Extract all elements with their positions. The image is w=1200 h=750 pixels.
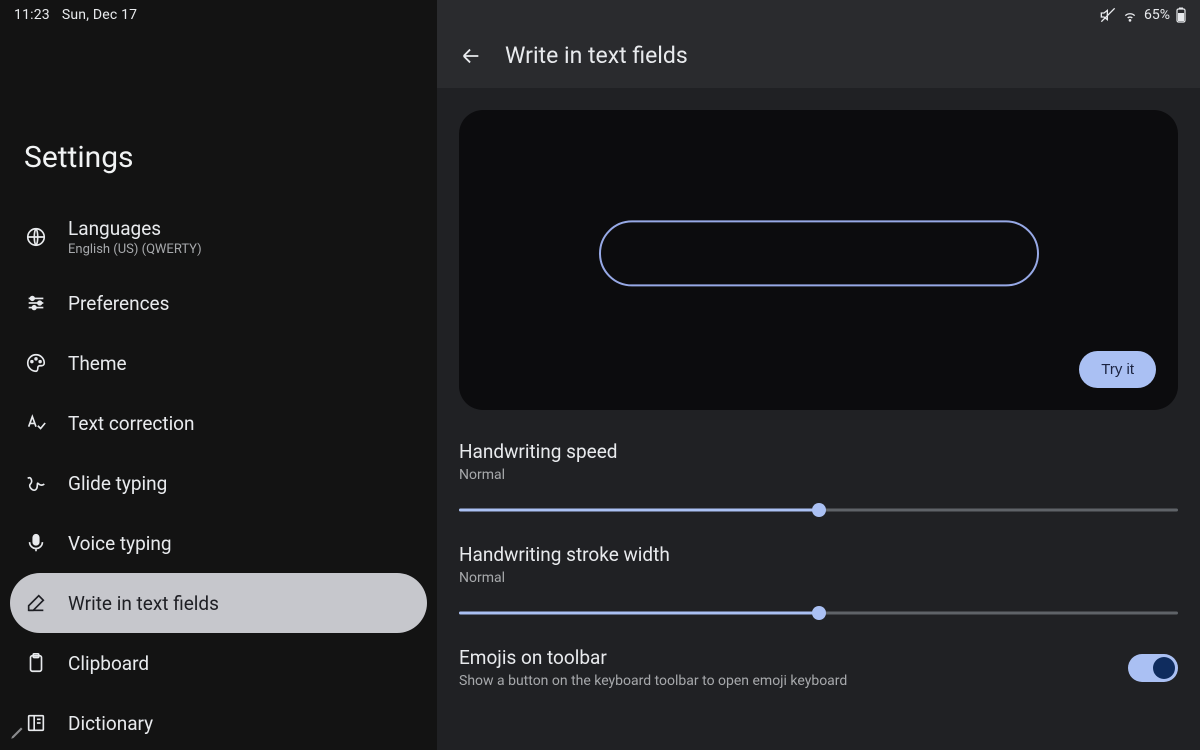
sidebar-item-glide-typing[interactable]: Glide typing xyxy=(0,453,437,513)
palette-icon xyxy=(24,351,48,375)
edit-icon xyxy=(24,591,48,615)
setting-title: Handwriting speed xyxy=(459,440,1178,463)
sidebar-item-label: Glide typing xyxy=(68,472,167,495)
status-bar: 11:23 Sun, Dec 17 65% xyxy=(0,0,1200,30)
spellcheck-icon xyxy=(24,411,48,435)
battery-percent: 65% xyxy=(1144,7,1170,23)
setting-emoji-toolbar[interactable]: Emojis on toolbar Show a button on the k… xyxy=(459,646,1178,689)
handwriting-input-field[interactable] xyxy=(599,220,1039,286)
sidebar-item-label: Clipboard xyxy=(68,652,149,675)
sidebar-item-label: Text correction xyxy=(68,412,195,435)
setting-value: Normal xyxy=(459,570,1178,586)
sidebar-list: Languages English (US) (QWERTY) Preferen… xyxy=(0,201,437,750)
back-button[interactable] xyxy=(459,44,483,68)
setting-title: Emojis on toolbar xyxy=(459,646,1108,669)
battery-icon xyxy=(1176,7,1186,23)
setting-handwriting-speed[interactable]: Handwriting speed Normal xyxy=(459,440,1178,517)
setting-stroke-width[interactable]: Handwriting stroke width Normal xyxy=(459,543,1178,620)
sidebar-item-preferences[interactable]: Preferences xyxy=(0,273,437,333)
wifi-icon xyxy=(1122,7,1138,23)
setting-sub: Show a button on the keyboard toolbar to… xyxy=(459,673,1108,689)
sidebar-item-write-in-text-fields[interactable]: Write in text fields xyxy=(10,573,427,633)
handwriting-preview-card: Try it xyxy=(459,110,1178,410)
settings-sidebar: Settings Languages English (US) (QWERTY)… xyxy=(0,0,437,750)
tune-icon xyxy=(24,291,48,315)
sidebar-item-languages[interactable]: Languages English (US) (QWERTY) xyxy=(0,201,437,273)
emoji-toggle[interactable] xyxy=(1128,654,1178,682)
status-date: Sun, Dec 17 xyxy=(62,7,137,23)
clipboard-icon xyxy=(24,651,48,675)
stroke-slider[interactable] xyxy=(459,606,1178,620)
mic-icon xyxy=(24,531,48,555)
globe-icon xyxy=(24,225,48,249)
sidebar-item-theme[interactable]: Theme xyxy=(0,333,437,393)
stylus-indicator-icon xyxy=(4,718,32,746)
gesture-icon xyxy=(24,471,48,495)
sidebar-item-label: Voice typing xyxy=(68,532,172,555)
setting-value: Normal xyxy=(459,467,1178,483)
sidebar-item-clipboard[interactable]: Clipboard xyxy=(0,633,437,693)
try-it-button[interactable]: Try it xyxy=(1079,351,1156,388)
sidebar-item-label: Preferences xyxy=(68,292,169,315)
sidebar-item-voice-typing[interactable]: Voice typing xyxy=(0,513,437,573)
setting-title: Handwriting stroke width xyxy=(459,543,1178,566)
sidebar-item-label: Languages xyxy=(68,217,202,240)
sidebar-item-dictionary[interactable]: Dictionary xyxy=(0,693,437,750)
detail-title: Write in text fields xyxy=(505,42,688,69)
detail-pane: Write in text fields Try it Handwriting … xyxy=(437,0,1200,750)
sidebar-item-label: Write in text fields xyxy=(68,592,219,615)
sidebar-item-label: Theme xyxy=(68,352,127,375)
toggle-knob xyxy=(1153,657,1175,679)
status-time: 11:23 xyxy=(14,7,50,23)
sidebar-item-label: Dictionary xyxy=(68,712,153,735)
page-title: Settings xyxy=(0,34,437,201)
sidebar-item-sublabel: English (US) (QWERTY) xyxy=(68,242,202,257)
mute-icon xyxy=(1100,7,1116,23)
speed-slider[interactable] xyxy=(459,503,1178,517)
sidebar-item-text-correction[interactable]: Text correction xyxy=(0,393,437,453)
